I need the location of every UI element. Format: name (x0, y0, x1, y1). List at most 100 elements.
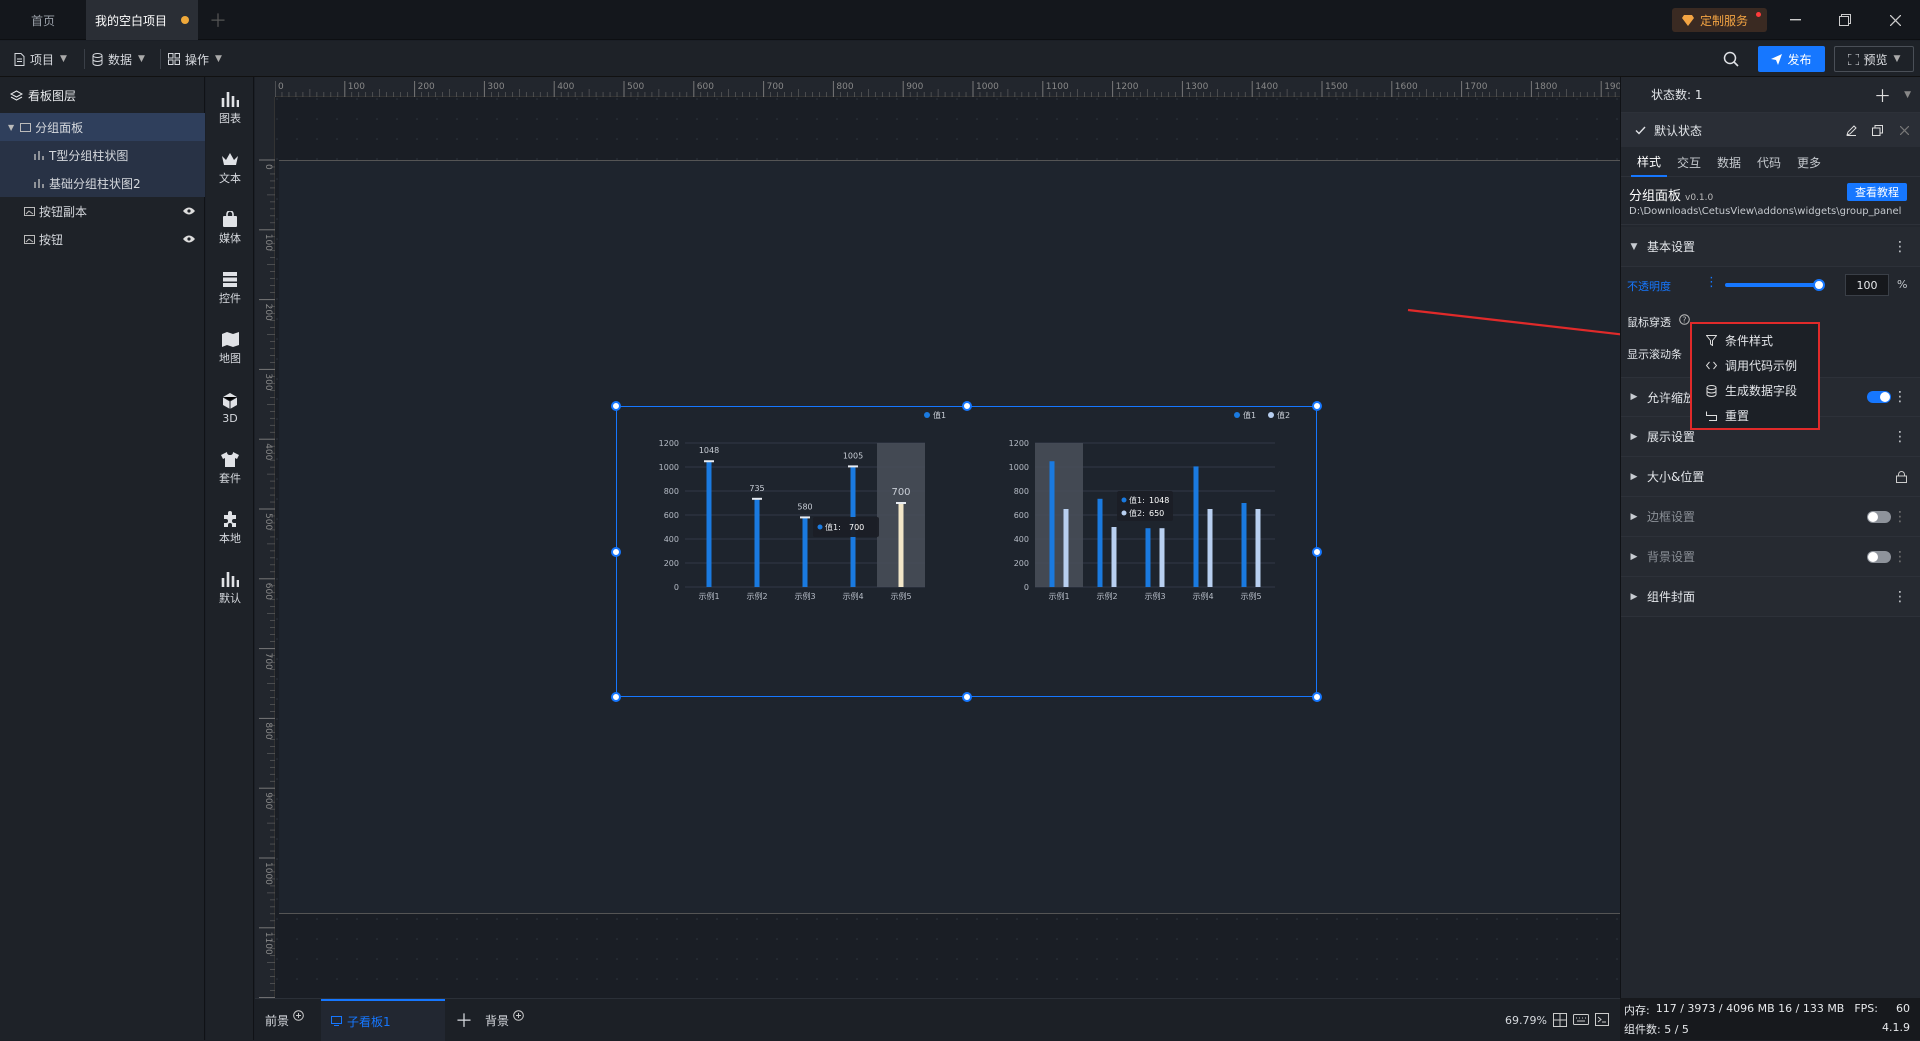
resize-handle[interactable] (961, 692, 972, 702)
allow-zoom-toggle[interactable] (1867, 391, 1891, 403)
help-icon[interactable]: ? (1679, 314, 1690, 325)
more-icon[interactable]: ⋮ (1893, 509, 1907, 525)
basic-group-bar-chart[interactable]: 0 200 400 600 800 1000 1200 示例1 示例2 示例3 示例4 示例5 值1 值2… (987, 407, 1317, 607)
menu-operation[interactable]: 操作 ▼ (168, 41, 222, 77)
copy-icon[interactable] (1872, 124, 1883, 136)
iconbar-text[interactable]: 文本 (206, 137, 254, 197)
preview-button[interactable]: 预览 ▼ (1834, 46, 1914, 72)
resize-handle[interactable] (611, 546, 621, 557)
iconbar-default[interactable]: 默认 (206, 557, 254, 617)
bar (1207, 509, 1213, 587)
resize-handle[interactable] (961, 401, 972, 411)
section-background-settings[interactable]: ▶ 背景设置 ⋮ (1621, 537, 1920, 577)
iconbar-map[interactable]: 地图 (206, 317, 254, 377)
iconbar-local[interactable]: 本地 (206, 497, 254, 557)
more-icon[interactable]: ⋮ (1893, 389, 1907, 405)
property-tabs: 样式 交互 数据 代码 更多 (1621, 147, 1920, 177)
layer-basic-group-bar[interactable]: 基础分组柱状图2 (0, 169, 205, 197)
section-basic-settings[interactable]: ▼ 基本设置 ⋮ (1621, 227, 1920, 267)
close-button[interactable] (1870, 0, 1920, 40)
menu-data[interactable]: 数据 ▼ (92, 41, 145, 77)
iconbar-media[interactable]: 媒体 (206, 197, 254, 257)
restore-button[interactable] (1820, 0, 1870, 40)
tab-style[interactable]: 样式 (1631, 147, 1667, 177)
resize-handle[interactable] (1312, 692, 1322, 702)
more-icon[interactable]: ⋮ (1893, 239, 1907, 255)
tutorial-button[interactable]: 查看教程 (1847, 183, 1907, 201)
iconbar-chart[interactable]: 图表 (206, 77, 254, 137)
menu-project[interactable]: 项目 ▼ (14, 41, 67, 77)
custom-service-button[interactable]: 定制服务 (1672, 8, 1767, 32)
iconbar-control[interactable]: 控件 (206, 257, 254, 317)
iconbar-kit[interactable]: 套件 (206, 437, 254, 497)
opacity-slider[interactable] (1725, 283, 1819, 287)
layer-t-group-bar[interactable]: T型分组柱状图 (0, 141, 205, 169)
section-label: 组件封面 (1647, 590, 1696, 604)
status-bar: 内存: 117 / 3973 / 4096 MB 16 / 133 MB FPS… (1620, 998, 1920, 1040)
t-group-bar-chart[interactable]: 0 200 400 600 800 1000 1200 示例1 示例2 示例3 示例4 示例5 1048… (637, 407, 967, 607)
keyboard-icon[interactable] (1573, 1014, 1589, 1025)
layer-group-panel[interactable]: ▼ 分组面板 (0, 113, 205, 141)
terminal-icon[interactable] (1595, 1013, 1609, 1026)
search-button[interactable] (1723, 41, 1744, 77)
fps-label: FPS: (1854, 1002, 1878, 1015)
more-icon[interactable]: ⋮ (1893, 429, 1907, 445)
fit-screen-icon[interactable] (1553, 1013, 1567, 1027)
menu-item-reset[interactable]: 重置 (1692, 403, 1818, 428)
menu-item-code-example[interactable]: 调用代码示例 (1692, 353, 1818, 378)
zoom-level[interactable]: 69.79% (1505, 999, 1547, 1041)
resize-handle[interactable] (1312, 546, 1322, 557)
add-subboard-button[interactable]: ＋ (451, 999, 477, 1041)
opacity-input[interactable]: 100 (1845, 274, 1889, 296)
chevron-down-icon[interactable]: ▼ (1904, 90, 1911, 100)
tooltip-marker (817, 524, 823, 530)
border-toggle[interactable] (1867, 510, 1891, 523)
section-size-position[interactable]: ▶ 大小&位置 (1621, 457, 1920, 497)
default-state-row[interactable]: 默认状态 (1621, 113, 1920, 147)
layer-button[interactable]: 按钮 (0, 225, 205, 253)
eye-icon[interactable] (183, 207, 195, 215)
publish-button[interactable]: 发布 (1758, 46, 1825, 72)
menu-item-generate-field[interactable]: 生成数据字段 (1692, 378, 1818, 403)
ruler-label: 300 (487, 82, 504, 92)
tab-more[interactable]: 更多 (1791, 147, 1827, 177)
layer-button-copy[interactable]: 按钮副本 (0, 197, 205, 225)
menu-item-condition-style[interactable]: 条件样式 (1692, 328, 1818, 353)
toolbar: 项目 ▼ 数据 ▼ 操作 ▼ 发布 预览 ▼ (0, 41, 1920, 77)
tab-interaction[interactable]: 交互 (1671, 147, 1707, 177)
resize-handle[interactable] (611, 401, 621, 411)
section-component-cover[interactable]: ▶ 组件封面 ⋮ (1621, 577, 1920, 617)
edit-icon[interactable] (1846, 124, 1857, 136)
more-icon[interactable]: ⋮ (1893, 589, 1907, 605)
close-icon[interactable] (1900, 125, 1909, 135)
minimize-button[interactable] (1770, 0, 1820, 40)
new-tab-button[interactable]: ＋ (200, 0, 236, 40)
caret-down-icon: ▼ (1630, 241, 1638, 252)
background-toggle[interactable] (1867, 550, 1891, 563)
lock-icon[interactable] (1896, 470, 1907, 483)
resize-handle[interactable] (1312, 401, 1322, 411)
tab-background[interactable]: 背景 (485, 999, 524, 1041)
section-border-settings[interactable]: ▶ 边框设置 ⋮ (1621, 497, 1920, 537)
resize-handle[interactable] (611, 692, 621, 702)
y-tick-label: 1200 (1009, 439, 1029, 448)
tab-data[interactable]: 数据 (1711, 147, 1747, 177)
add-circle-icon[interactable] (513, 1009, 524, 1021)
add-circle-icon[interactable] (293, 1009, 304, 1021)
more-icon[interactable]: ⋮ (1705, 275, 1718, 290)
group-panel-selection[interactable]: 0 200 400 600 800 1000 1200 示例1 示例2 示例3 示例4 示例5 1048… (616, 406, 1317, 697)
ruler-label: 500 (627, 82, 644, 92)
opacity-slider-handle[interactable] (1813, 279, 1825, 291)
iconbar-3d[interactable]: 3D (206, 377, 254, 437)
tab-home[interactable]: 首页 (0, 0, 86, 40)
iconbar-label: 文本 (219, 171, 241, 185)
more-icon[interactable]: ⋮ (1893, 549, 1907, 565)
tab-code[interactable]: 代码 (1751, 147, 1787, 177)
tab-subboard[interactable]: 子看板1 (321, 999, 445, 1041)
tab-project[interactable]: 我的空白项目 (86, 0, 198, 40)
tab-foreground[interactable]: 前景 (265, 999, 304, 1041)
bar (1193, 466, 1199, 587)
eye-icon[interactable] (183, 235, 195, 243)
add-state-icon[interactable]: ＋ (1874, 82, 1891, 107)
hover-band (1035, 443, 1083, 587)
